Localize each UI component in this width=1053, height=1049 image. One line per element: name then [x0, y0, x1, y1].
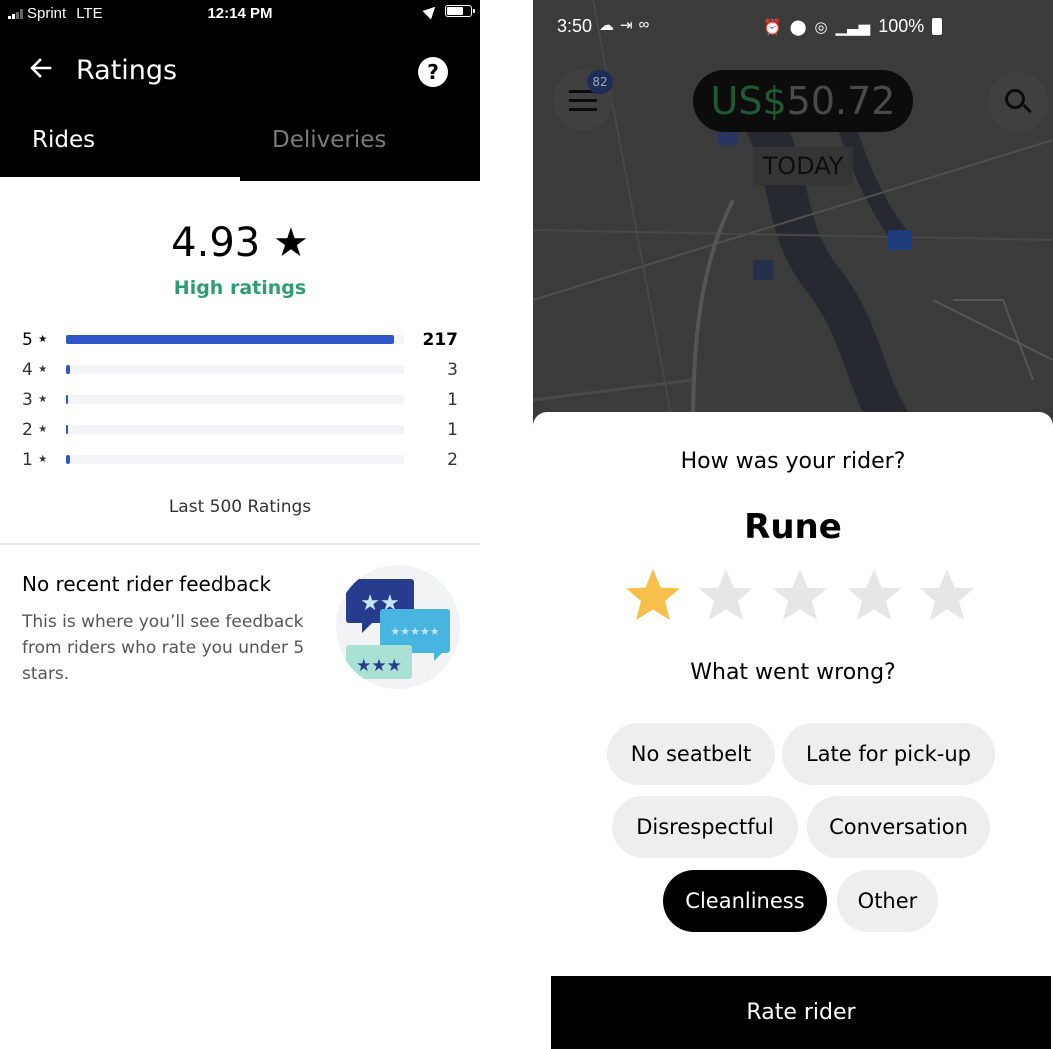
feedback-description: This is where you’ll see feedback from r… [22, 612, 305, 684]
help-button[interactable]: ? [418, 57, 448, 87]
rating-row-2: 2 ★ 1 [0, 420, 480, 440]
status-bar: 3:50 ☁ ⇥ ∞ ⏰ ⬤ ◎ ▁▃▅ 100% [533, 0, 1053, 48]
rating-count: 217 [422, 330, 459, 350]
small-star-icon: ★ [38, 364, 48, 375]
question-icon: ? [427, 60, 439, 84]
ratings-screen: Sprint LTE 12:14 PM Ratings ? Rides Deli… [0, 0, 480, 1049]
rating-bar [66, 425, 404, 434]
divider [0, 543, 480, 545]
rating-row-3: 3 ★ 1 [0, 390, 480, 410]
rating-bar-fill [66, 365, 71, 374]
rating-bar-fill [66, 455, 70, 464]
earnings-currency: US$ [710, 79, 787, 123]
page-title: Ratings [76, 55, 178, 86]
earnings-amount: 50.72 [786, 79, 896, 123]
rating-bar [66, 335, 404, 344]
location-arrow-icon [422, 2, 440, 20]
rating-row-5: 5 ★ 217 [0, 330, 480, 350]
rider-name: Rune [744, 507, 842, 547]
rating-bar [66, 455, 404, 464]
rating-bar-fill [66, 395, 68, 404]
chip-conversation[interactable]: Conversation [807, 796, 990, 858]
chip-cleanliness[interactable]: Cleanliness [663, 870, 827, 932]
rating-score: 4.93 ★ [171, 220, 309, 266]
arrow-left-icon [30, 58, 52, 78]
hotspot-icon: ◎ [814, 18, 828, 36]
star-rating [623, 565, 977, 625]
star-2-icon[interactable] [696, 565, 756, 625]
ratings-sample-note: Last 500 Ratings [168, 497, 312, 517]
star-3-icon[interactable] [770, 565, 830, 625]
small-star-icon: ★ [38, 424, 48, 435]
alarm-icon: ⏰ [763, 18, 782, 36]
rating-status-label: High ratings [173, 277, 307, 299]
location-pin-icon: ⬤ [789, 18, 807, 36]
ratings-header: Sprint LTE 12:14 PM Ratings ? Rides Deli… [0, 0, 480, 181]
signal-icon: ▁▃▅ [835, 18, 871, 36]
earnings-pill[interactable]: US$50.72 [693, 70, 913, 132]
rating-count: 2 [447, 450, 458, 470]
rating-bar [66, 365, 404, 374]
small-star-icon: ★ [38, 454, 48, 465]
share-icon: ⇥ [620, 17, 633, 34]
battery-icon [445, 5, 475, 17]
earnings-period: TODAY [753, 147, 853, 185]
map-view[interactable]: 3:50 ☁ ⇥ ∞ ⏰ ⬤ ◎ ▁▃▅ 100% 82 US$50.72 TO… [533, 0, 1053, 425]
status-bar: Sprint LTE 12:14 PM [0, 0, 480, 30]
rating-bar-fill [66, 425, 68, 434]
rating-count: 1 [447, 420, 458, 440]
rating-row-label: 2 [22, 420, 33, 440]
status-time: 12:14 PM [207, 5, 273, 22]
status-time: 3:50 [557, 16, 593, 36]
rate-rider-screen: 3:50 ☁ ⇥ ∞ ⏰ ⬤ ◎ ▁▃▅ 100% 82 US$50.72 TO… [533, 0, 1053, 1049]
chip-other[interactable]: Other [837, 870, 938, 932]
back-button[interactable] [28, 55, 58, 85]
rating-count: 3 [447, 360, 458, 380]
battery-percent: 100% [878, 16, 925, 36]
route-badge: 82 [587, 70, 613, 94]
search-button[interactable] [988, 72, 1048, 132]
rating-row-label: 4 [22, 360, 33, 380]
chip-late-for-pickup[interactable]: Late for pick-up [782, 723, 995, 785]
battery-icon [932, 18, 943, 35]
rating-row-4: 4 ★ 3 [0, 360, 480, 380]
small-star-icon: ★ [38, 394, 48, 405]
svg-text:★★★★★: ★★★★★ [390, 625, 439, 638]
rating-bar [66, 395, 404, 404]
star-1-icon[interactable] [623, 565, 683, 625]
issue-question: What went wrong? [690, 660, 896, 685]
svg-text:★★★: ★★★ [356, 656, 402, 676]
rating-row-label: 5 [22, 330, 33, 350]
small-star-icon: ★ [38, 334, 48, 345]
feedback-title: No recent rider feedback [22, 572, 272, 596]
rating-row-label: 1 [22, 450, 33, 470]
voicemail-icon: ∞ [638, 16, 650, 33]
rating-row-label: 3 [22, 390, 33, 410]
active-tab-indicator [0, 177, 240, 181]
tab-rides[interactable]: Rides [32, 124, 95, 181]
rating-row-1: 1 ★ 2 [0, 450, 480, 470]
chip-disrespectful[interactable]: Disrespectful [612, 796, 798, 858]
rate-rider-sheet: How was your rider? Rune What went wrong… [533, 412, 1053, 1049]
feedback-speech-bubbles-icon: ★★ ★★★★★ ★★★ [336, 565, 460, 689]
chip-no-seatbelt[interactable]: No seatbelt [607, 723, 775, 785]
rate-rider-button[interactable]: Rate rider [551, 976, 1051, 1049]
rating-count: 1 [447, 390, 458, 410]
map-background [533, 0, 1053, 425]
tab-deliveries[interactable]: Deliveries [272, 124, 386, 181]
rating-question: How was your rider? [680, 449, 906, 474]
star-4-icon[interactable] [844, 565, 904, 625]
cloud-icon: ☁ [599, 17, 614, 34]
rating-bar-fill [66, 335, 394, 344]
star-5-icon[interactable] [917, 565, 977, 625]
